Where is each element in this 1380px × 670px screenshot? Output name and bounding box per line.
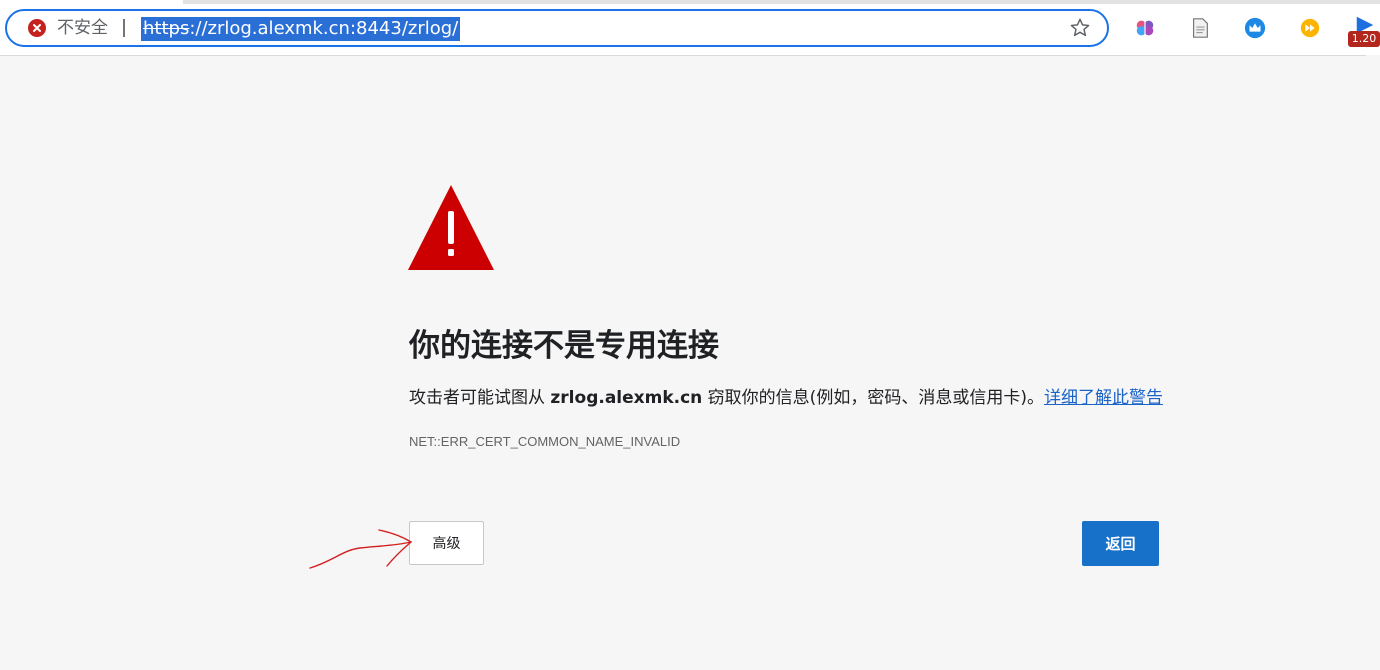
address-bar[interactable]: 不安全 https://zrlog.alexmk.cn:8443/zrlog/ [5, 9, 1109, 47]
url-text[interactable]: https://zrlog.alexmk.cn:8443/zrlog/ [141, 17, 461, 41]
back-button[interactable]: 返回 [1082, 521, 1159, 566]
scrollbar[interactable] [1366, 55, 1380, 670]
error-circle-icon[interactable] [28, 19, 46, 37]
explanation-suffix: 窃取你的信息(例如，密码、消息或信用卡)。 [702, 388, 1044, 408]
brain-icon[interactable] [1134, 17, 1156, 39]
tab-strip-edge [183, 0, 1380, 4]
forward-icon[interactable] [1299, 17, 1321, 39]
explanation-prefix: 攻击者可能试图从 [409, 388, 551, 408]
url-rest: ://zrlog.alexmk.cn:8443/zrlog/ [189, 18, 459, 39]
warning-triangle-icon [408, 185, 494, 270]
advanced-button[interactable]: 高级 [409, 521, 484, 565]
url-scheme: https [143, 18, 190, 39]
extension-badge: 1.20 [1348, 31, 1380, 47]
document-icon[interactable] [1189, 17, 1211, 39]
star-icon[interactable] [1069, 17, 1091, 39]
browser-toolbar: 不安全 https://zrlog.alexmk.cn:8443/zrlog/ … [0, 0, 1380, 56]
learn-more-link[interactable]: 详细了解此警告 [1044, 388, 1163, 408]
address-separator [123, 19, 125, 37]
annotation-arrow [309, 529, 412, 569]
explanation-text: 攻击者可能试图从 zrlog.alexmk.cn 窃取你的信息(例如，密码、消息… [409, 385, 1169, 411]
error-code: NET::ERR_CERT_COMMON_NAME_INVALID [409, 434, 681, 449]
page-title: 你的连接不是专用连接 [409, 328, 719, 364]
host-name: zrlog.alexmk.cn [550, 388, 703, 408]
security-status-label[interactable]: 不安全 [57, 18, 108, 38]
crown-icon[interactable] [1244, 17, 1266, 39]
